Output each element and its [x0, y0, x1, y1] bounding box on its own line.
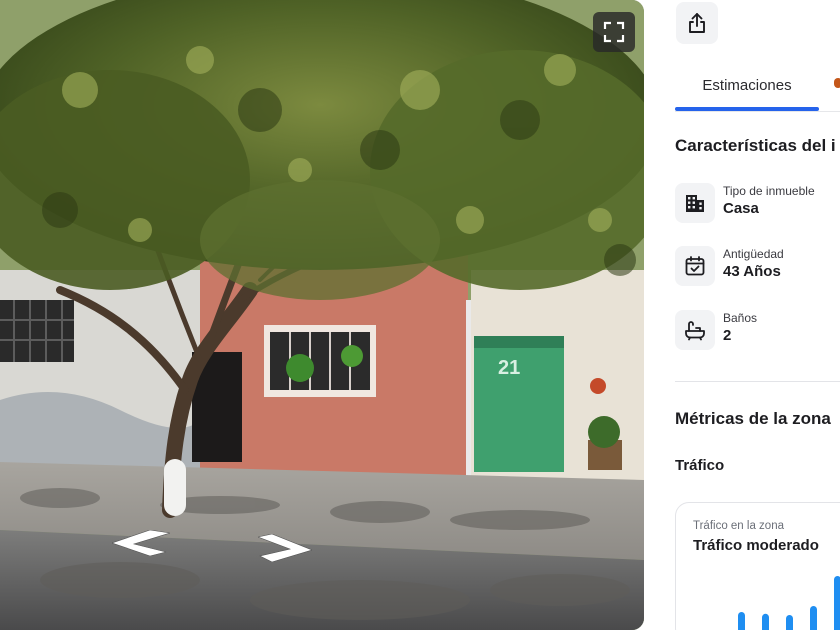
traffic-bar: [762, 613, 769, 630]
tab-estimaciones[interactable]: Estimaciones: [675, 60, 819, 110]
feature-property-type: Tipo de inmueble Casa: [675, 181, 840, 225]
feature-age: Antigüedad 43 Años: [675, 244, 840, 288]
feature-label: Baños: [723, 311, 758, 325]
traffic-bar: [786, 615, 793, 630]
share-button[interactable]: [676, 2, 718, 44]
street-view-panel[interactable]: 21: [0, 0, 644, 630]
feature-value: Casa: [723, 200, 759, 217]
building-icon: [686, 195, 704, 212]
traffic-title: Tráfico: [675, 457, 725, 474]
traffic-card[interactable]: Tráfico en la zona Tráfico moderado: [675, 502, 840, 630]
traffic-bar: [834, 576, 840, 630]
tab-label: Estimaciones: [702, 76, 792, 94]
calendar-check-icon: [685, 256, 705, 276]
feature-value: 2: [723, 327, 732, 344]
arrow-right-icon[interactable]: [258, 534, 312, 562]
fullscreen-button[interactable]: [593, 12, 635, 52]
arrow-left-icon[interactable]: [112, 530, 170, 556]
bathtub-icon: [685, 321, 705, 341]
features-title: Características del i: [675, 136, 836, 155]
street-view-image[interactable]: 21: [0, 0, 644, 630]
house-number: 21: [498, 357, 520, 379]
share-icon: [689, 13, 705, 33]
traffic-bar-chart: [738, 576, 840, 630]
traffic-bar: [810, 606, 817, 630]
fullscreen-icon: [603, 21, 625, 43]
feature-label: Antigüedad: [723, 247, 784, 261]
metrics-title: Métricas de la zona: [675, 409, 831, 428]
property-details-panel: Estimaciones Características del i Tipo …: [644, 0, 840, 630]
feature-label: Tipo de inmueble: [723, 184, 815, 198]
feature-value: 43 Años: [723, 263, 781, 280]
feature-bathrooms: Baños 2: [675, 308, 840, 352]
section-divider: [675, 381, 840, 382]
next-tab-partial[interactable]: [834, 78, 840, 88]
tabs-divider: [675, 111, 840, 112]
traffic-bar: [738, 612, 745, 630]
